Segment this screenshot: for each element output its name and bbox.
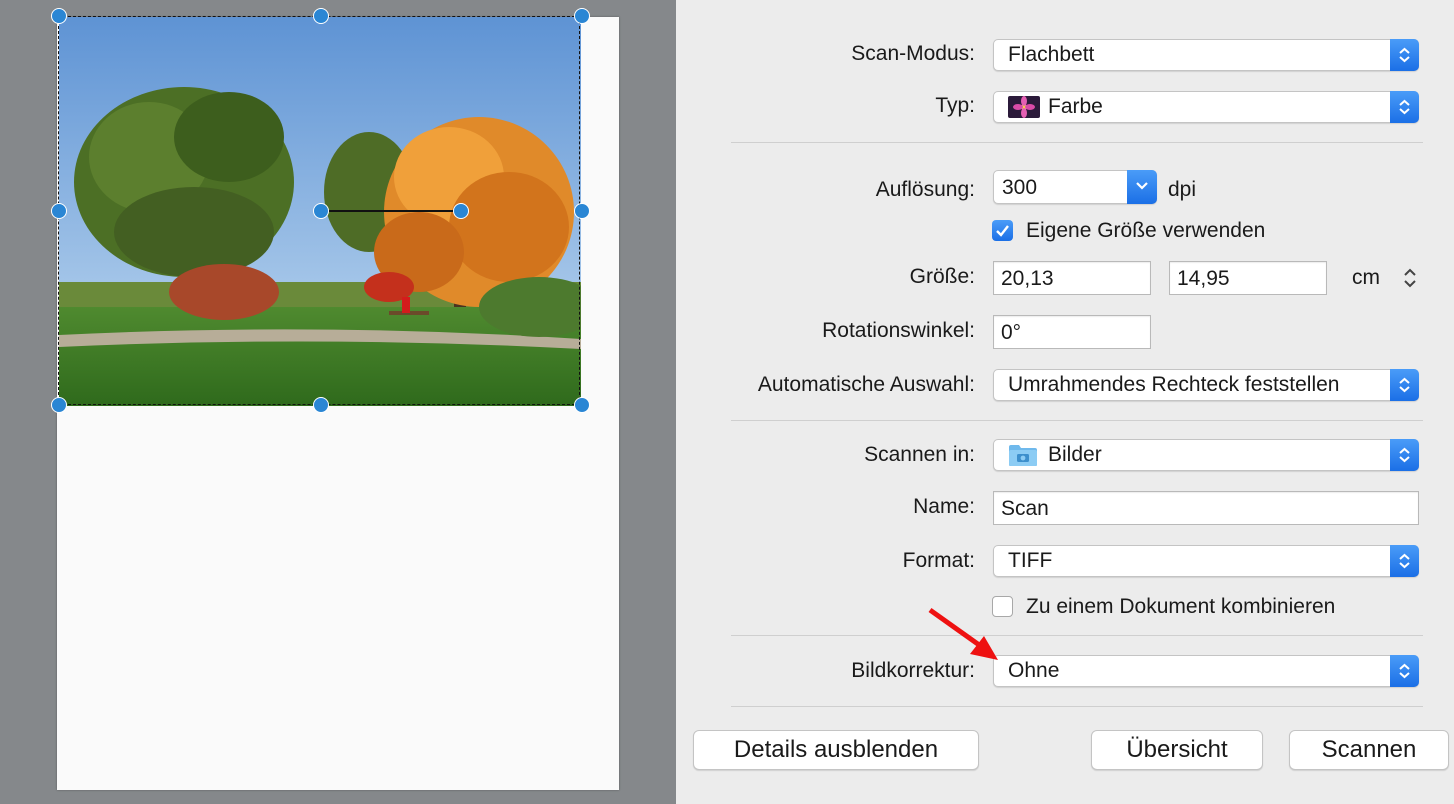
size-height-field[interactable]: 14,95	[1169, 261, 1327, 295]
chevron-down-icon[interactable]	[1127, 170, 1157, 204]
separator	[731, 706, 1423, 707]
resolution-combobox[interactable]: 300	[993, 170, 1157, 204]
format-label: Format:	[902, 549, 975, 572]
overview-button[interactable]: Übersicht	[1091, 730, 1263, 770]
format-popup[interactable]: TIFF	[993, 545, 1419, 577]
scan-to-popup[interactable]: Bilder	[993, 439, 1419, 471]
rotation-label: Rotationswinkel:	[822, 319, 975, 342]
scan-preview-area	[0, 0, 676, 804]
format-value: TIFF	[1008, 549, 1053, 572]
size-unit-label: cm	[1352, 266, 1380, 289]
scan-to-label: Scannen in:	[864, 443, 975, 466]
auto-select-popup[interactable]: Umrahmendes Rechteck feststellen	[993, 369, 1419, 401]
scan-mode-popup[interactable]: Flachbett	[993, 39, 1419, 71]
image-correction-popup[interactable]: Ohne	[993, 655, 1419, 687]
updown-chevron-icon	[1390, 91, 1419, 123]
updown-chevron-icon	[1390, 369, 1419, 401]
name-label: Name:	[913, 495, 975, 518]
pictures-folder-icon	[1009, 445, 1037, 466]
crop-handle-center[interactable]	[313, 203, 329, 219]
updown-chevron-icon	[1390, 439, 1419, 471]
resolution-value: 300	[1002, 176, 1038, 199]
separator	[731, 420, 1423, 421]
separator	[731, 142, 1423, 143]
resolution-label: Auflösung:	[875, 178, 975, 201]
custom-size-label: Eigene Größe verwenden	[1026, 219, 1266, 242]
scan-mode-value: Flachbett	[1008, 43, 1095, 66]
crop-handle-bottom[interactable]	[313, 397, 329, 413]
updown-chevron-icon	[1390, 655, 1419, 687]
updown-chevron-icon	[1390, 39, 1419, 71]
rotation-field[interactable]: 0°	[993, 315, 1151, 349]
scan-settings-panel: Scan-Modus: Flachbett Typ: Farbe Auflösu…	[676, 0, 1454, 804]
rotation-handle[interactable]	[453, 203, 469, 219]
custom-size-checkbox[interactable]	[992, 220, 1013, 241]
crop-handle-top-left[interactable]	[51, 8, 67, 24]
checkmark-icon	[996, 225, 1009, 237]
auto-select-label: Automatische Auswahl:	[757, 373, 975, 396]
hide-details-button[interactable]: Details ausblenden	[693, 730, 979, 770]
auto-select-value: Umrahmendes Rechteck feststellen	[1008, 373, 1340, 396]
size-label: Größe:	[909, 265, 975, 288]
name-field[interactable]: Scan	[993, 491, 1419, 525]
updown-chevron-icon	[1390, 545, 1419, 577]
separator	[731, 635, 1423, 636]
crop-handle-right[interactable]	[574, 203, 590, 219]
combine-label: Zu einem Dokument kombinieren	[1026, 595, 1336, 618]
size-width-value: 20,13	[1001, 267, 1054, 290]
type-popup[interactable]: Farbe	[993, 91, 1419, 123]
scan-to-value: Bilder	[1048, 443, 1102, 466]
crop-handle-top-right[interactable]	[574, 8, 590, 24]
image-correction-value: Ohne	[1008, 659, 1060, 682]
rotation-value: 0°	[1001, 321, 1022, 344]
type-value: Farbe	[1048, 95, 1103, 118]
size-height-value: 14,95	[1177, 267, 1230, 290]
scan-button[interactable]: Scannen	[1289, 730, 1449, 770]
crop-handle-left[interactable]	[51, 203, 67, 219]
type-label: Typ:	[935, 94, 975, 117]
resolution-unit: dpi	[1168, 178, 1197, 201]
flower-icon	[1008, 96, 1040, 118]
unit-updown-icon[interactable]	[1403, 267, 1417, 289]
name-value: Scan	[1001, 497, 1049, 520]
rotation-handle-line[interactable]	[321, 210, 461, 212]
annotation-arrow-icon	[928, 607, 998, 660]
crop-handle-bottom-left[interactable]	[51, 397, 67, 413]
size-width-field[interactable]: 20,13	[993, 261, 1151, 295]
scan-mode-label: Scan-Modus:	[851, 42, 975, 65]
crop-handle-top[interactable]	[313, 8, 329, 24]
crop-handle-bottom-right[interactable]	[574, 397, 590, 413]
